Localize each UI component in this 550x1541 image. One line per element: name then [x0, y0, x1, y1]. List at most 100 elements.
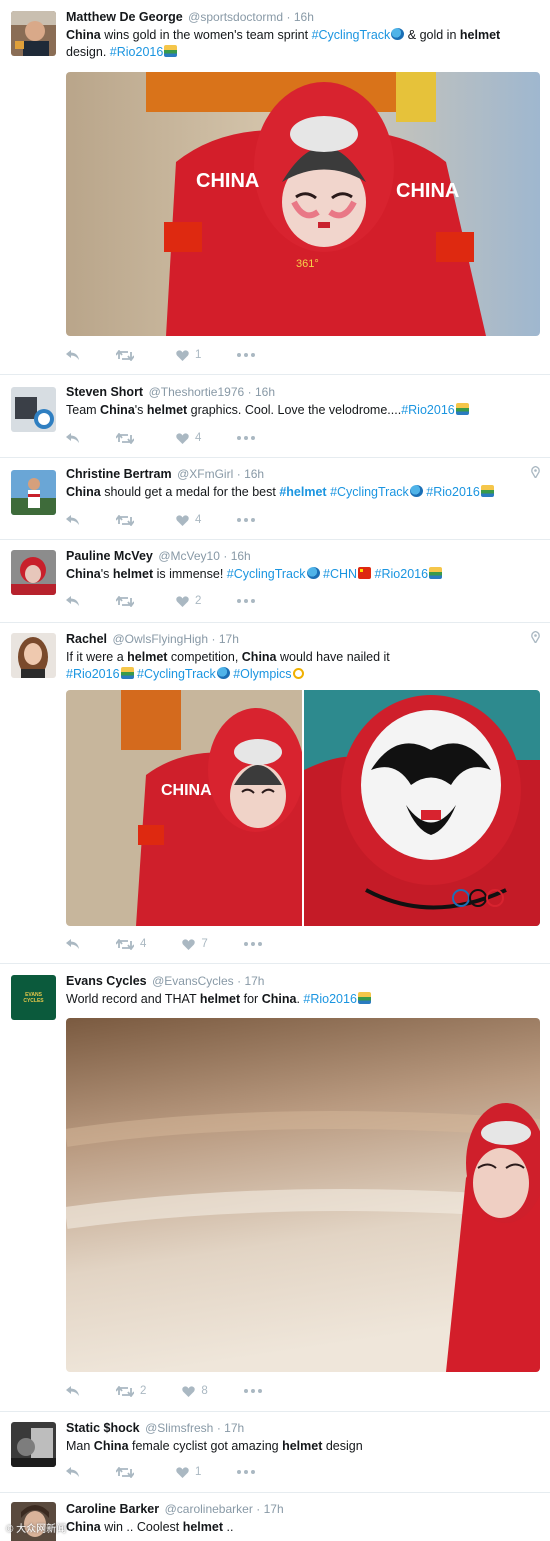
like-button[interactable]: 4 [176, 512, 201, 528]
retweet-icon [116, 432, 134, 444]
tweet-header: Static $hock @Slimsfresh · 17h [66, 1420, 538, 1436]
more-icon [237, 353, 256, 357]
retweet-button[interactable] [116, 593, 140, 609]
timestamp[interactable]: · 16h [248, 385, 275, 399]
reply-icon [66, 350, 79, 360]
avatar[interactable] [11, 470, 56, 515]
author-name[interactable]: Rachel [66, 632, 107, 646]
timestamp[interactable]: · 17h [212, 632, 239, 646]
author-name[interactable]: Matthew De George [66, 10, 183, 24]
like-count: 4 [195, 514, 202, 526]
author-name[interactable]: Steven Short [66, 385, 143, 399]
author-name[interactable]: Pauline McVey [66, 549, 153, 563]
tweet[interactable]: Steven Short @Theshortie1976 · 16h Team … [0, 374, 550, 456]
tweet[interactable]: Matthew De George @sportsdoctormd · 16h … [0, 0, 550, 373]
hashtag-link[interactable]: #Rio2016 [375, 567, 429, 581]
retweet-button[interactable]: 2 [116, 1383, 146, 1399]
author-handle[interactable]: @McVey10 [158, 549, 220, 563]
more-button[interactable] [237, 347, 256, 363]
author-handle[interactable]: @Theshortie1976 [149, 385, 245, 399]
hashtag-link[interactable]: #helmet [279, 485, 326, 499]
hashtag-link[interactable]: #CyclingTrack [137, 667, 216, 681]
tweet[interactable]: Pauline McVey @McVey10 · 16h China's hel… [0, 539, 550, 621]
avatar[interactable] [11, 387, 56, 432]
timestamp[interactable]: · 17h [217, 1421, 244, 1435]
photo-left[interactable]: CHINA [66, 690, 304, 926]
more-icon [237, 518, 256, 522]
author-name[interactable]: Caroline Barker [66, 1502, 159, 1516]
tweet[interactable]: Rachel @OwlsFlyingHigh · 17h If it were … [0, 622, 550, 962]
more-button[interactable] [237, 512, 256, 528]
reply-button[interactable] [66, 1464, 80, 1480]
hashtag-link[interactable]: #CHN [323, 567, 357, 581]
retweet-button[interactable] [116, 347, 140, 363]
like-button[interactable]: 7 [182, 936, 208, 952]
hashtag-link[interactable]: #Rio2016 [66, 667, 120, 681]
tweet[interactable]: EVANS CYCLES Evans Cycles @EvansCycles ·… [0, 963, 550, 1410]
reply-button[interactable] [66, 1383, 80, 1399]
tweet-feed: Matthew De George @sportsdoctormd · 16h … [0, 0, 550, 1541]
reply-button[interactable] [66, 936, 80, 952]
more-button[interactable] [237, 430, 256, 446]
tweet[interactable]: Static $hock @Slimsfresh · 17h Man China… [0, 1411, 550, 1491]
retweet-button[interactable] [116, 512, 140, 528]
like-button[interactable]: 4 [176, 430, 201, 446]
reply-button[interactable] [66, 430, 80, 446]
timestamp[interactable]: · 16h [223, 549, 250, 563]
tweet-actions: 1 [66, 347, 291, 363]
tweet-header: Christine Bertram @XFmGirl · 16h [66, 466, 538, 482]
reply-button[interactable] [66, 512, 80, 528]
author-handle[interactable]: @Slimsfresh [145, 1421, 213, 1435]
tweet-photo[interactable]: CHINA CHINA 361° [66, 72, 540, 336]
tweet-actions: 4 [66, 512, 291, 528]
heart-icon [182, 938, 196, 950]
author-handle[interactable]: @EvansCycles [152, 974, 234, 988]
avatar[interactable] [11, 550, 56, 595]
author-handle[interactable]: @sportsdoctormd [188, 10, 283, 24]
photo-right[interactable] [304, 690, 540, 926]
hashtag-link[interactable]: #CyclingTrack [227, 567, 306, 581]
avatar[interactable] [11, 633, 56, 678]
rio-icon [357, 992, 371, 1004]
like-button[interactable]: 1 [176, 1464, 201, 1480]
like-button[interactable]: 8 [182, 1383, 208, 1399]
hashtag-link[interactable]: #Rio2016 [110, 45, 164, 59]
rio-icon [429, 567, 443, 579]
retweet-button[interactable]: 4 [116, 936, 146, 952]
tweet[interactable]: Christine Bertram @XFmGirl · 16h China s… [0, 457, 550, 538]
hashtag-link[interactable]: #Rio2016 [426, 485, 480, 499]
avatar[interactable] [11, 11, 56, 56]
timestamp[interactable]: · 17h [256, 1502, 283, 1516]
like-button[interactable]: 2 [176, 593, 201, 609]
tweet[interactable]: Caroline Barker @carolinebarker · 17h Ch… [0, 1492, 550, 1541]
hashtag-link[interactable]: #Olympics [233, 667, 291, 681]
more-button[interactable] [243, 936, 262, 952]
timestamp[interactable]: · 17h [237, 974, 264, 988]
evans-cycles-logo: EVANS CYCLES [23, 991, 44, 1004]
author-name[interactable]: Static $hock [66, 1421, 140, 1435]
author-name[interactable]: Evans Cycles [66, 974, 147, 988]
timestamp[interactable]: · 16h [287, 10, 314, 24]
more-button[interactable] [243, 1383, 262, 1399]
author-handle[interactable]: @carolinebarker [165, 1502, 253, 1516]
cycling-globe-icon [216, 667, 230, 679]
tweet-text: China's helmet is immense! #CyclingTrack… [66, 566, 538, 583]
more-button[interactable] [237, 1464, 256, 1480]
author-handle[interactable]: @XFmGirl [177, 467, 233, 481]
retweet-button[interactable] [116, 430, 140, 446]
timestamp[interactable]: · 16h [237, 467, 264, 481]
hashtag-link[interactable]: #Rio2016 [303, 992, 357, 1006]
hashtag-link[interactable]: #CyclingTrack [312, 28, 391, 42]
reply-button[interactable] [66, 347, 80, 363]
retweet-button[interactable] [116, 1464, 140, 1480]
more-button[interactable] [237, 593, 256, 609]
tweet-photo[interactable] [66, 1018, 540, 1372]
hashtag-link[interactable]: #Rio2016 [401, 403, 455, 417]
avatar[interactable]: EVANS CYCLES [11, 975, 56, 1020]
avatar[interactable] [11, 1422, 56, 1467]
author-handle[interactable]: @OwlsFlyingHigh [112, 632, 208, 646]
like-button[interactable]: 1 [176, 347, 201, 363]
author-name[interactable]: Christine Bertram [66, 467, 172, 481]
hashtag-link[interactable]: #CyclingTrack [330, 485, 409, 499]
reply-button[interactable] [66, 593, 80, 609]
